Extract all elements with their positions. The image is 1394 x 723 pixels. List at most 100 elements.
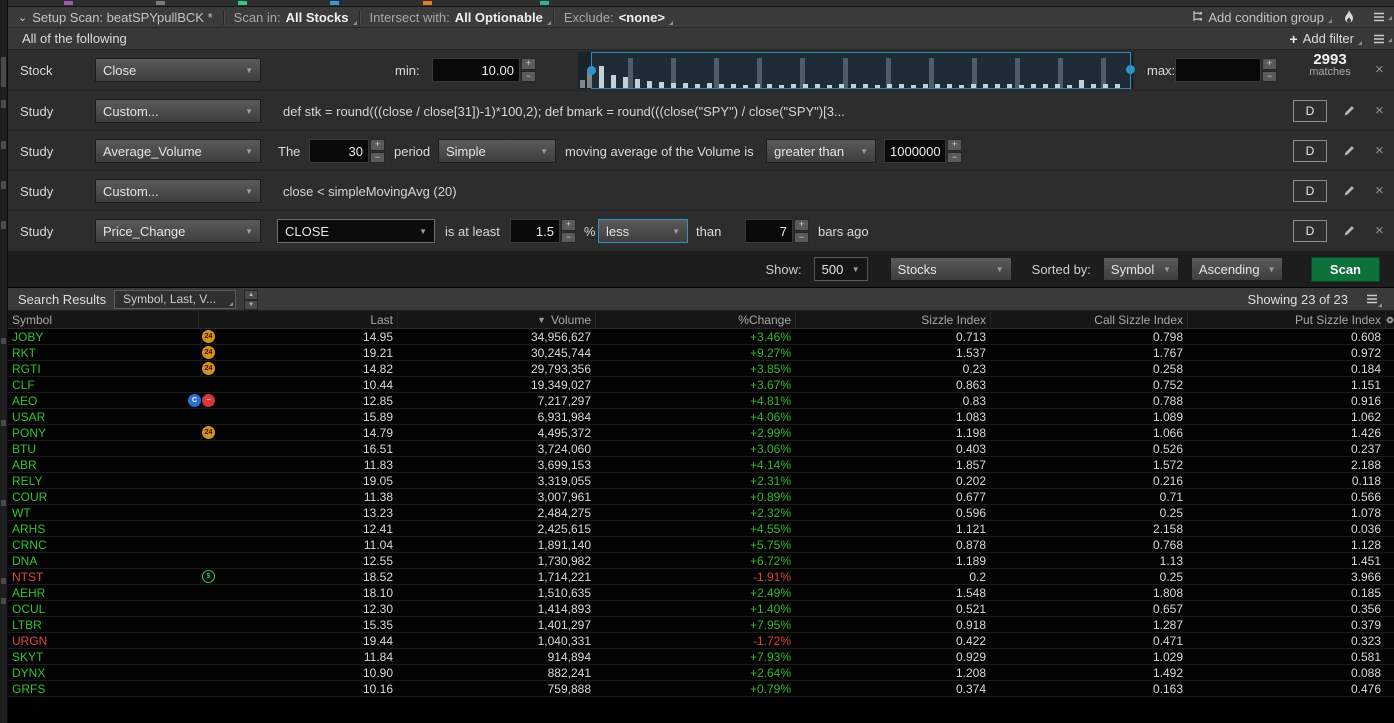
percent-input[interactable] — [510, 219, 560, 243]
remove-filter-icon[interactable]: × — [1375, 62, 1384, 77]
toolbar-menu-icon[interactable] — [1364, 12, 1394, 22]
add-condition-group-button[interactable]: Add condition group — [1181, 10, 1334, 25]
scan-in-menu[interactable]: Scan in: All Stocks — [224, 7, 359, 27]
decrement-button[interactable]: − — [370, 152, 385, 164]
table-row[interactable]: DNA12.551,730,982+6.72%1.1891.131.451 — [8, 553, 1394, 569]
aggregation-period-button[interactable]: D — [1293, 220, 1327, 242]
study-select[interactable]: Custom...▼ — [95, 99, 261, 123]
last-cell: 11.83 — [198, 458, 397, 472]
remove-filter-icon[interactable]: × — [1375, 183, 1384, 198]
decrement-button[interactable]: − — [561, 232, 576, 244]
edit-pencil-icon[interactable] — [1343, 184, 1356, 202]
header-volume[interactable]: ▼ Volume — [397, 311, 595, 328]
edit-pencil-icon[interactable] — [1343, 224, 1356, 242]
min-range-handle[interactable] — [587, 66, 596, 75]
table-row[interactable]: JOBY2414.9534,956,627+3.46%0.7130.7980.6… — [8, 329, 1394, 345]
decrement-button[interactable]: − — [521, 71, 536, 83]
table-row[interactable]: ABR11.833,699,153+4.14%1.8571.5722.188 — [8, 457, 1394, 473]
table-row[interactable]: COUR11.383,007,961+0.89%0.6770.710.566 — [8, 489, 1394, 505]
add-filter-button[interactable]: + Add filter — [1280, 31, 1365, 47]
preset-spinner: ▲ ▼ — [244, 290, 258, 309]
increment-button[interactable]: + — [1262, 58, 1277, 70]
histogram-bar — [683, 83, 688, 88]
remove-filter-icon[interactable]: × — [1375, 143, 1384, 158]
aggregation-period-button[interactable]: D — [1293, 140, 1327, 162]
max-range-handle[interactable] — [1126, 65, 1135, 74]
table-row[interactable]: DYNX10.90882,241+2.64%1.2081.4920.088 — [8, 665, 1394, 681]
app-tab-sliver — [64, 1, 73, 5]
sort-field-select[interactable]: Symbol▼ — [1103, 257, 1179, 281]
header-symbol[interactable]: Symbol — [8, 311, 198, 328]
put-sizzle-cell: 1.451 — [1187, 554, 1385, 568]
table-row[interactable]: PONY2414.794,495,372+2.99%1.1981.0661.42… — [8, 425, 1394, 441]
header-percent-change[interactable]: %Change — [595, 311, 795, 328]
column-preset-select[interactable]: Symbol, Last, V... — [114, 290, 236, 309]
period-input[interactable] — [309, 139, 369, 163]
table-row[interactable]: GRFS10.16759,888+0.79%0.3740.1630.476 — [8, 681, 1394, 697]
intersect-with-menu[interactable]: Intersect with: All Optionable — [360, 7, 553, 27]
table-row[interactable]: AEHR18.101,510,635+2.49%1.5481.8080.185 — [8, 585, 1394, 601]
scan-button[interactable]: Scan — [1311, 257, 1380, 282]
decrement-button[interactable]: − — [947, 152, 962, 164]
table-row[interactable]: WT13.232,484,275+2.32%0.5960.251.078 — [8, 505, 1394, 521]
volume-cell: 1,714,221 — [397, 570, 595, 584]
table-row[interactable]: SKYT11.84914,894+7.93%0.9291.0290.581 — [8, 649, 1394, 665]
remove-filter-icon[interactable]: × — [1375, 223, 1384, 238]
volume-threshold-input[interactable] — [884, 139, 946, 163]
remove-filter-icon[interactable]: × — [1375, 103, 1384, 118]
header-last[interactable]: Last — [198, 311, 397, 328]
aggregation-period-button[interactable]: D — [1293, 180, 1327, 202]
column-settings-gear-icon[interactable] — [1385, 311, 1394, 328]
spinner-up-icon[interactable]: ▲ — [244, 290, 258, 300]
percent-change-cell: +4.06% — [595, 410, 795, 424]
edit-pencil-icon[interactable] — [1343, 104, 1356, 122]
sizzle-flame-icon[interactable] — [1334, 10, 1364, 24]
min-input[interactable] — [432, 58, 520, 82]
bars-ago-input[interactable] — [745, 219, 793, 243]
increment-button[interactable]: + — [561, 219, 576, 231]
table-row[interactable]: CLF10.4419,349,027+3.67%0.8630.7521.151 — [8, 377, 1394, 393]
table-row[interactable]: RELY19.053,319,055+2.31%0.2020.2160.118 — [8, 473, 1394, 489]
header-call-sizzle-index[interactable]: Call Sizzle Index — [990, 311, 1187, 328]
decrement-button[interactable]: − — [1262, 71, 1277, 83]
spinner-down-icon[interactable]: ▼ — [244, 300, 258, 310]
instrument-type-select[interactable]: Stocks▼ — [890, 257, 1012, 281]
price-range-histogram[interactable] — [578, 52, 1134, 89]
table-row[interactable]: USAR15.896,931,984+4.06%1.0831.0891.062 — [8, 409, 1394, 425]
average-type-select[interactable]: Simple▼ — [438, 139, 556, 163]
table-row[interactable]: ARHS12.412,425,615+4.55%1.1212.1580.036 — [8, 521, 1394, 537]
aggregation-period-button[interactable]: D — [1293, 100, 1327, 122]
max-input[interactable] — [1175, 58, 1261, 82]
study-select[interactable]: Average_Volume▼ — [95, 139, 261, 163]
study-select[interactable]: Price_Change▼ — [95, 219, 261, 243]
table-row[interactable]: OCUL12.301,414,893+1.40%0.5210.6570.356 — [8, 601, 1394, 617]
table-row[interactable]: LTBR15.351,401,297+7.95%0.9181.2870.379 — [8, 617, 1394, 633]
increment-button[interactable]: + — [947, 139, 962, 151]
increment-button[interactable]: + — [794, 219, 809, 231]
sort-direction-select[interactable]: Ascending▼ — [1191, 257, 1283, 281]
table-row[interactable]: RGTI2414.8229,793,356+3.85%0.230.2580.18… — [8, 361, 1394, 377]
edit-pencil-icon[interactable] — [1343, 144, 1356, 162]
table-row[interactable]: AEOC−12.857,217,297+4.81%0.830.7880.916 — [8, 393, 1394, 409]
header-put-sizzle-index[interactable]: Put Sizzle Index — [1187, 311, 1385, 328]
table-row[interactable]: NTST$18.521,714,221-1.91%0.20.253.966 — [8, 569, 1394, 585]
setup-scan-menu[interactable]: ⌄ Setup Scan: beatSPYpullBCK * — [8, 7, 223, 27]
table-row[interactable]: URGN19.441,040,331-1.72%0.4220.4710.323 — [8, 633, 1394, 649]
show-count-select[interactable]: 500▼ — [814, 257, 868, 281]
study-select[interactable]: Custom...▼ — [95, 179, 261, 203]
table-row[interactable]: BTU16.513,724,060+3.06%0.4030.5260.237 — [8, 441, 1394, 457]
table-row[interactable]: RKT2419.2130,245,744+9.27%1.5371.7670.97… — [8, 345, 1394, 361]
search-results-tab[interactable]: Search Results — [18, 292, 106, 307]
direction-select[interactable]: less▼ — [598, 219, 688, 243]
increment-button[interactable]: + — [370, 139, 385, 151]
exclude-menu[interactable]: Exclude: <none> — [554, 7, 675, 27]
header-sizzle-index[interactable]: Sizzle Index — [795, 311, 990, 328]
subbar-menu-icon[interactable] — [1364, 34, 1394, 44]
stock-field-select[interactable]: Close▼ — [95, 58, 261, 82]
table-row[interactable]: CRNC11.041,891,140+5.75%0.8780.7681.128 — [8, 537, 1394, 553]
increment-button[interactable]: + — [521, 58, 536, 70]
results-menu-icon[interactable] — [1360, 290, 1384, 309]
price-field-select[interactable]: CLOSE▼ — [277, 219, 435, 243]
comparison-select[interactable]: greater than▼ — [766, 139, 876, 163]
decrement-button[interactable]: − — [794, 232, 809, 244]
